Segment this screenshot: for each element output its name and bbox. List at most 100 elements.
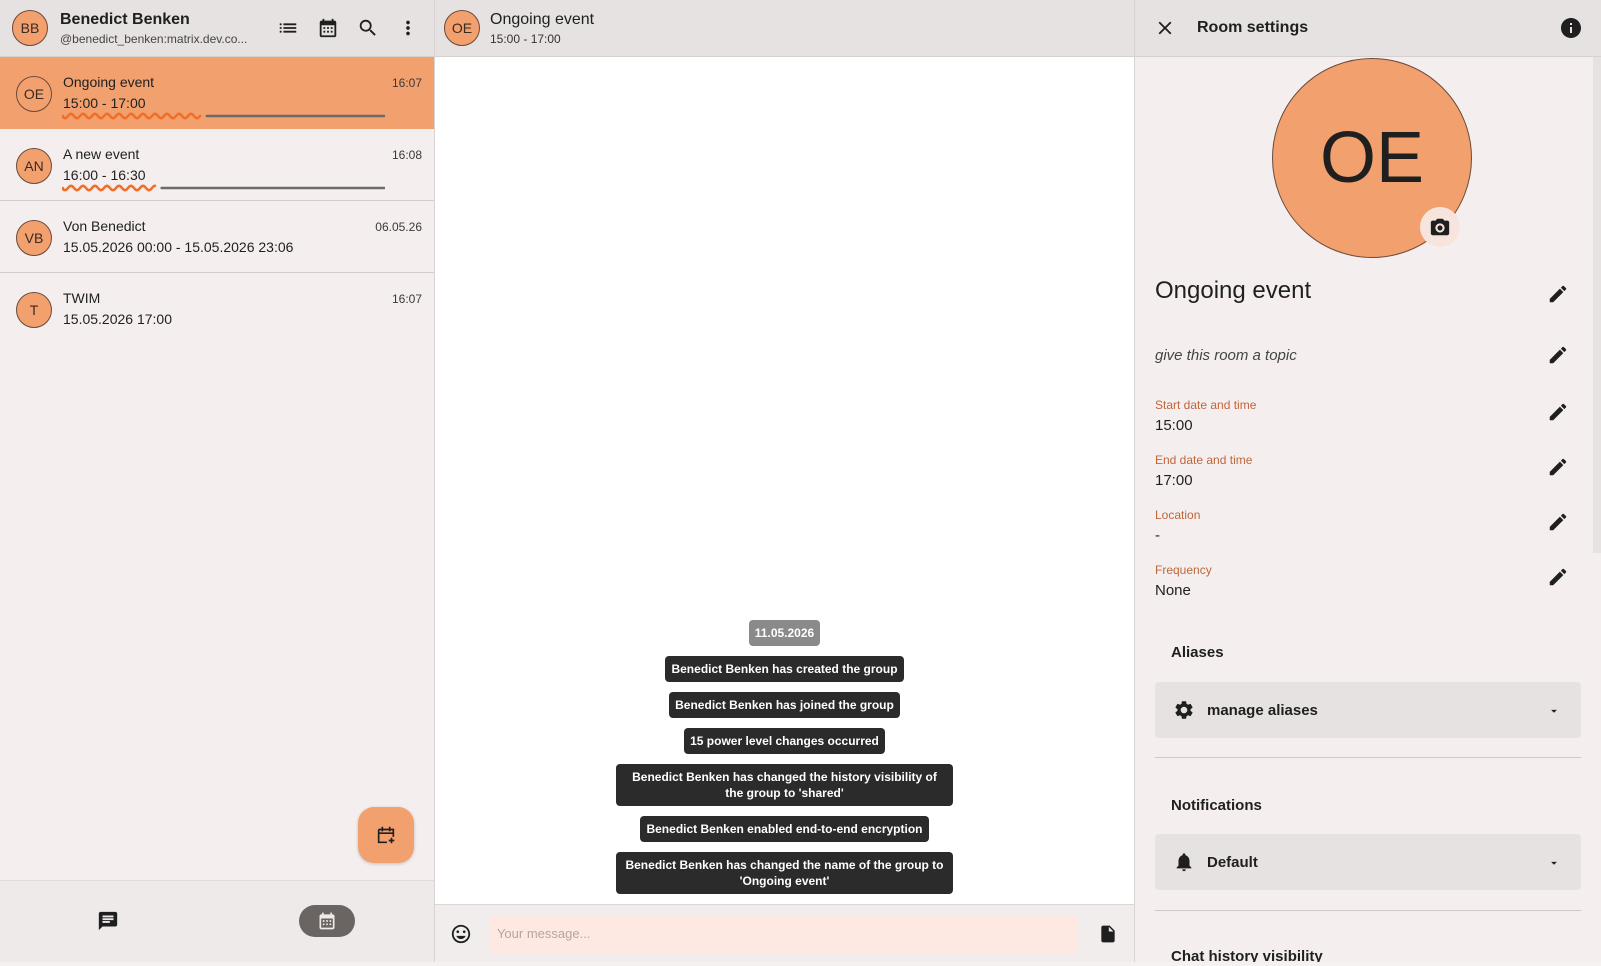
room-settings-title: Room settings: [1197, 19, 1309, 36]
room-last-activity: 16:08: [391, 148, 422, 162]
state-event[interactable]: Benedict Benken has joined the group: [669, 692, 900, 718]
room-name: TWIM: [63, 290, 101, 306]
aliases-section-title: Aliases: [1171, 644, 1224, 661]
search-icon: [359, 19, 376, 36]
start-date-value: 15:00: [1155, 417, 1193, 434]
attach-file-button[interactable]: [1090, 914, 1126, 954]
calendar-icon: [319, 912, 335, 930]
divider: [1155, 910, 1581, 911]
calendar-icon: [319, 18, 337, 38]
room-avatar-initials: AN: [24, 158, 44, 174]
emoji-button[interactable]: [443, 914, 479, 954]
date-separator: 11.05.2026: [748, 620, 821, 646]
bell-icon: [1176, 853, 1192, 872]
new-event-button[interactable]: [358, 807, 414, 863]
room-avatar: AN: [16, 148, 52, 184]
room-list-pane: BB Benedict Benken @benedict_benken:matr…: [0, 0, 435, 962]
chat-title: Ongoing event 15:00 - 17:00: [490, 11, 594, 46]
chat-header[interactable]: OE Ongoing event 15:00 - 17:00: [435, 0, 1134, 57]
pencil-icon: [1549, 513, 1567, 531]
user-avatar-initials: BB: [20, 20, 40, 36]
settings-scrollbar[interactable]: [1593, 57, 1601, 553]
change-avatar-button[interactable]: [1420, 207, 1460, 247]
progress-elapsed: [62, 184, 157, 192]
message-input[interactable]: [488, 914, 1079, 953]
room-avatar-initials: OE: [451, 20, 473, 36]
edit-start-date-button[interactable]: [1547, 401, 1569, 428]
more-menu-button[interactable]: [388, 8, 428, 48]
room-text: A new event 16:00 - 16:30: [63, 146, 422, 183]
room-avatar-initials: T: [29, 302, 39, 318]
end-date-row: End date and time 17:00: [1155, 453, 1581, 489]
chevron-down-icon: [1551, 709, 1557, 713]
timeline: 11.05.2026 Benedict Benken has created t…: [435, 620, 1134, 904]
list-icon: [279, 23, 297, 33]
close-icon: [1158, 21, 1172, 35]
user-id: @benedict_benken:matrix.dev.co...: [60, 31, 248, 46]
progress-elapsed: [62, 112, 202, 120]
state-event[interactable]: 15 power level changes occurred: [684, 728, 885, 754]
start-date-label: Start date and time: [1155, 398, 1257, 412]
room-item-twim[interactable]: T TWIM 15.05.2026 17:00 16:07: [0, 273, 434, 345]
room-time-range: 15.05.2026 17:00: [63, 311, 172, 327]
edit-end-date-button[interactable]: [1547, 456, 1569, 483]
end-date-label: End date and time: [1155, 453, 1253, 467]
room-text: TWIM 15.05.2026 17:00: [63, 290, 422, 327]
room-topic-row: give this room a topic: [1155, 346, 1581, 364]
manage-aliases-label: manage aliases: [1207, 701, 1318, 719]
state-event[interactable]: Benedict Benken has created the group: [665, 656, 904, 682]
room-avatar[interactable]: OE: [444, 10, 480, 46]
room-topic-placeholder: give this room a topic: [1155, 347, 1297, 364]
close-settings-button[interactable]: [1145, 8, 1185, 48]
search-button[interactable]: [348, 8, 388, 48]
edit-frequency-button[interactable]: [1547, 566, 1569, 593]
info-button[interactable]: [1559, 16, 1583, 45]
calendar-add-icon: [377, 826, 395, 844]
state-event[interactable]: Benedict Benken enabled end-to-end encry…: [640, 816, 929, 842]
list-view-button[interactable]: [268, 8, 308, 48]
nav-chats[interactable]: [80, 905, 136, 937]
event-progress-bar: [62, 184, 385, 192]
room-time-range: 16:00 - 16:30: [63, 167, 146, 183]
notifications-dropdown[interactable]: Default: [1155, 834, 1581, 890]
state-event[interactable]: Benedict Benken has changed the history …: [616, 764, 953, 806]
calendar-view-button[interactable]: [308, 8, 348, 48]
location-row: Location -: [1155, 508, 1581, 544]
edit-room-name-button[interactable]: [1547, 283, 1569, 310]
end-date-value: 17:00: [1155, 472, 1193, 489]
chat-room-name: Ongoing event: [490, 10, 595, 28]
room-item-ongoing-event[interactable]: OE Ongoing event 15:00 - 17:00 16:07: [0, 57, 434, 129]
pencil-icon: [1549, 568, 1567, 586]
user-avatar[interactable]: BB: [12, 10, 48, 46]
pencil-icon: [1549, 403, 1567, 421]
notifications-label: Default: [1207, 853, 1258, 871]
manage-aliases-dropdown[interactable]: manage aliases: [1155, 682, 1581, 738]
edit-location-button[interactable]: [1547, 511, 1569, 538]
room-settings-pane: Room settings OE Ongoing event give this…: [1135, 0, 1601, 962]
header-actions: [268, 8, 428, 48]
nav-calendar[interactable]: [299, 905, 355, 937]
room-item-von-benedict[interactable]: VB Von Benedict 15.05.2026 00:00 - 15.05…: [0, 201, 434, 273]
room-text: Ongoing event 15:00 - 17:00: [63, 74, 422, 111]
room-item-a-new-event[interactable]: AN A new event 16:00 - 16:30 16:08: [0, 129, 434, 201]
gear-icon: [1175, 701, 1193, 719]
event-progress-bar: [62, 112, 385, 120]
room-text: Von Benedict 15.05.2026 00:00 - 15.05.20…: [63, 218, 422, 255]
room-avatar: OE: [16, 76, 52, 112]
room-name-display: Ongoing event: [1155, 277, 1312, 304]
pencil-icon: [1549, 346, 1567, 364]
frequency-value: None: [1155, 582, 1191, 599]
info-icon: [1561, 18, 1581, 38]
room-avatar-initials: OE: [1319, 118, 1425, 198]
room-name-row: Ongoing event: [1155, 277, 1581, 305]
room-avatar: VB: [16, 220, 52, 256]
user-info[interactable]: Benedict Benken @benedict_benken:matrix.…: [60, 11, 260, 46]
chat-icon: [98, 911, 118, 931]
account-header: BB Benedict Benken @benedict_benken:matr…: [0, 0, 434, 57]
room-time-range: 15.05.2026 00:00 - 15.05.2026 23:06: [63, 239, 294, 255]
pencil-icon: [1549, 285, 1567, 303]
pencil-icon: [1549, 458, 1567, 476]
room-name: Von Benedict: [63, 218, 146, 234]
edit-topic-button[interactable]: [1547, 344, 1569, 371]
state-event[interactable]: Benedict Benken has changed the name of …: [616, 852, 953, 894]
